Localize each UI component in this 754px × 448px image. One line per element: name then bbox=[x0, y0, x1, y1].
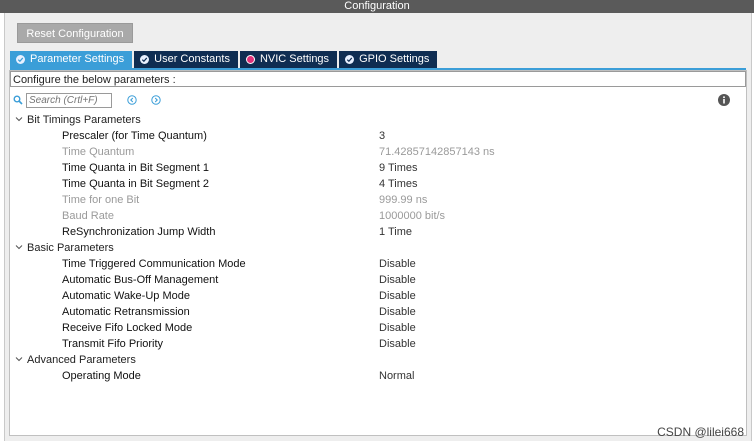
search-icon bbox=[12, 94, 24, 106]
check-icon bbox=[345, 55, 355, 64]
param-resync-jump-width[interactable]: ReSynchronization Jump Width 1 Time bbox=[14, 224, 744, 240]
tab-label: User Constants bbox=[154, 53, 230, 65]
param-time-for-one-bit: Time for one Bit 999.99 ns bbox=[62, 194, 428, 206]
chevron-down-icon bbox=[15, 357, 23, 362]
info-icon[interactable] bbox=[718, 94, 730, 106]
param-retransmission[interactable]: Automatic Retransmission Disable bbox=[14, 304, 744, 320]
group-advanced-parameters[interactable]: Advanced Parameters bbox=[14, 352, 744, 368]
param-wake-up-mode[interactable]: Automatic Wake-Up Mode Disable bbox=[14, 288, 744, 304]
parameter-tree: Bit Timings Parameters Prescaler (for Ti… bbox=[14, 112, 744, 384]
group-basic-parameters[interactable]: Basic Parameters bbox=[14, 240, 744, 256]
configure-label: Configure the below parameters : bbox=[10, 71, 746, 87]
window-title: Configuration bbox=[0, 0, 754, 13]
param-bus-off-management[interactable]: Automatic Bus-Off Management Disable bbox=[14, 272, 744, 288]
param-bit-segment-2[interactable]: Time Quanta in Bit Segment 24 Times bbox=[14, 176, 744, 192]
chevron-down-icon bbox=[15, 245, 23, 250]
param-bit-segment-1[interactable]: Time Quanta in Bit Segment 19 Times bbox=[14, 160, 744, 176]
pink-dot-icon bbox=[245, 55, 255, 64]
tab-label: GPIO Settings bbox=[359, 53, 430, 65]
param-prescaler[interactable]: Prescaler (for Time Quantum) 3 bbox=[14, 128, 744, 144]
check-icon bbox=[140, 55, 150, 64]
next-match-button[interactable] bbox=[150, 95, 161, 106]
chevron-down-icon bbox=[15, 117, 23, 122]
tab-nvic-settings[interactable]: NVIC Settings bbox=[239, 51, 338, 68]
tab-bar: Parameter Settings User Constants NVIC S… bbox=[10, 51, 439, 68]
tab-label: Parameter Settings bbox=[30, 53, 125, 65]
chevron-left-icon bbox=[126, 95, 137, 105]
chevron-right-icon bbox=[150, 95, 161, 105]
tab-parameter-settings[interactable]: Parameter Settings bbox=[10, 51, 133, 68]
tab-user-constants[interactable]: User Constants bbox=[134, 51, 238, 68]
param-operating-mode[interactable]: Operating Mode Normal bbox=[14, 368, 744, 384]
param-fifo-priority[interactable]: Transmit Fifo Priority Disable bbox=[14, 336, 744, 352]
reset-configuration-button[interactable]: Reset Configuration bbox=[17, 23, 133, 43]
previous-match-button[interactable] bbox=[126, 95, 137, 106]
param-baud-rate: Baud Rate 1000000 bit/s bbox=[62, 210, 446, 222]
watermark: CSDN @lilei668 bbox=[657, 425, 744, 439]
tab-label: NVIC Settings bbox=[259, 53, 330, 65]
param-fifo-locked-mode[interactable]: Receive Fifo Locked Mode Disable bbox=[14, 320, 744, 336]
param-time-quantum: Time Quantum 71.42857142857143 ns bbox=[62, 146, 495, 158]
search-row bbox=[12, 92, 161, 108]
param-time-triggered-mode[interactable]: Time Triggered Communication Mode Disable bbox=[14, 256, 744, 272]
search-input[interactable] bbox=[26, 92, 112, 108]
group-bit-timings[interactable]: Bit Timings Parameters bbox=[14, 112, 744, 128]
check-icon bbox=[16, 55, 25, 64]
tab-gpio-settings[interactable]: GPIO Settings bbox=[339, 51, 438, 68]
